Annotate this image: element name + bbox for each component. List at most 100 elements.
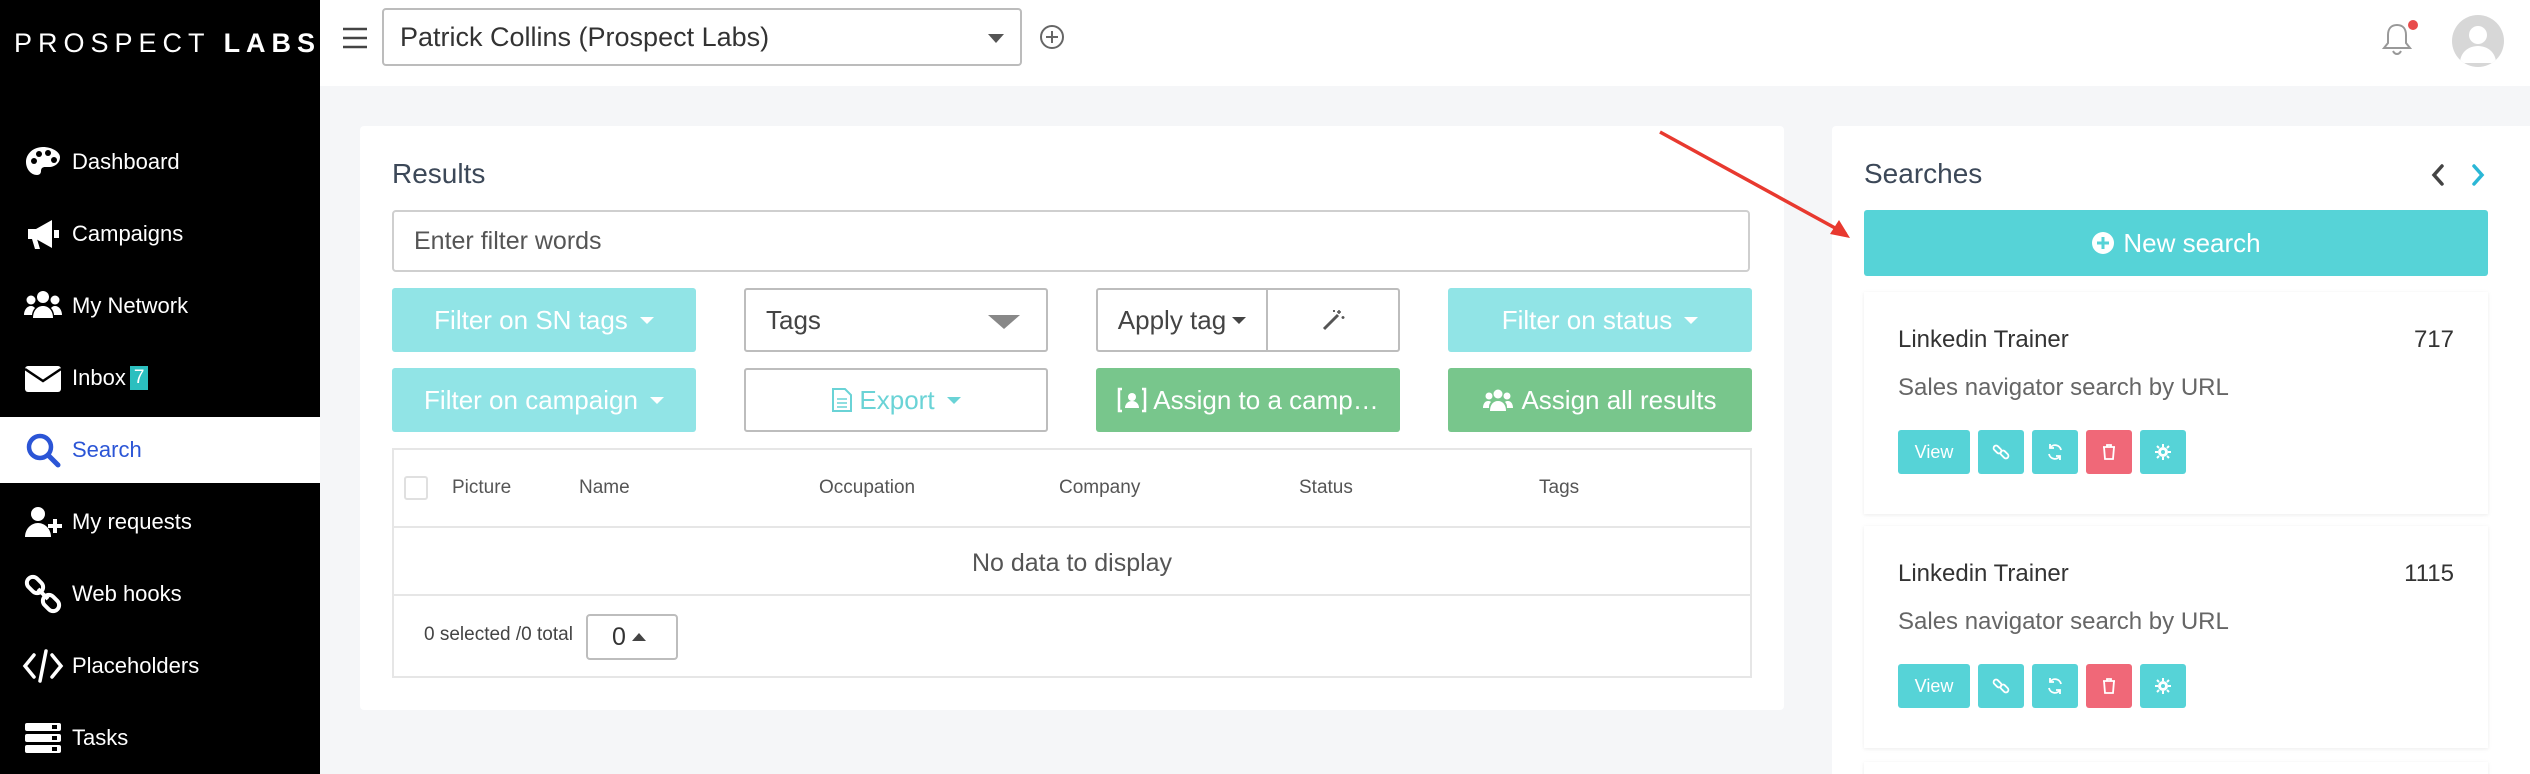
- tags-select-value: Tags: [766, 304, 821, 335]
- search-item: Linkedin Trainer 717 Sales navigator sea…: [1864, 292, 2488, 514]
- sidebar-item-dashboard[interactable]: Dashboard: [0, 126, 320, 198]
- view-button[interactable]: View: [1898, 430, 1970, 474]
- notification-dot: [2408, 20, 2418, 30]
- magic-wand-button[interactable]: [1266, 288, 1400, 352]
- assign-all-results-button[interactable]: Assign all results: [1448, 368, 1752, 432]
- no-data-message: No data to display: [394, 530, 1750, 596]
- searches-panel: Searches New search Linkedin Trainer 717…: [1832, 126, 2530, 774]
- apply-tag-button[interactable]: Apply tag: [1096, 288, 1268, 352]
- chevron-up-icon: [631, 633, 646, 641]
- search-item-type: Sales navigator search by URL: [1898, 608, 2229, 635]
- chevron-left-icon[interactable]: [2426, 160, 2450, 190]
- export-button[interactable]: Export: [744, 368, 1048, 432]
- refresh-icon: [2048, 444, 2062, 460]
- magic-wand-icon: [1322, 310, 1345, 331]
- table-header: Picture Name Occupation Company Status T…: [394, 450, 1750, 528]
- logo-bold-text: LABS: [223, 28, 322, 58]
- gear-icon: [2155, 678, 2171, 694]
- page-size-select[interactable]: 0: [586, 614, 678, 660]
- users-icon: [1483, 389, 1514, 411]
- delete-button[interactable]: [2086, 664, 2132, 708]
- settings-button[interactable]: [2140, 430, 2186, 474]
- add-circle-icon[interactable]: [1038, 23, 1066, 51]
- sidebar-item-campaigns[interactable]: Campaigns: [0, 198, 320, 270]
- link-icon: [1992, 678, 2010, 694]
- refresh-button[interactable]: [2032, 430, 2078, 474]
- chevron-right-icon[interactable]: [2466, 160, 2490, 190]
- filter-sn-tags-label: Filter on SN tags: [434, 304, 628, 335]
- plus-circle-icon: [2092, 232, 2115, 254]
- new-search-button[interactable]: New search: [1864, 210, 2488, 276]
- filter-words-input[interactable]: [392, 210, 1750, 272]
- refresh-icon: [2048, 678, 2062, 694]
- chevron-down-icon: [1232, 316, 1247, 324]
- sidebar-item-label: Tasks: [72, 725, 129, 750]
- column-header-status[interactable]: Status: [1299, 477, 1353, 499]
- selection-count: 0 selected /0 total: [424, 624, 573, 645]
- new-search-label: New search: [2123, 227, 2261, 258]
- megaphone-icon: [28, 220, 59, 249]
- account-select[interactable]: Patrick Collins (Prospect Labs): [382, 8, 1022, 66]
- hamburger-menu-icon[interactable]: [340, 23, 372, 53]
- sidebar-item-web-hooks[interactable]: Web hooks: [0, 558, 320, 630]
- sidebar-item-placeholders[interactable]: Placeholders: [0, 630, 320, 702]
- column-header-company[interactable]: Company: [1059, 477, 1140, 499]
- search-item: [1864, 762, 2488, 774]
- sidebar-item-label: Web hooks: [72, 581, 182, 606]
- sidebar-item-label: Campaigns: [72, 221, 184, 246]
- results-table: Picture Name Occupation Company Status T…: [392, 448, 1752, 678]
- filter-sn-tags-button[interactable]: Filter on SN tags: [392, 288, 696, 352]
- tasks-icon: [25, 723, 61, 753]
- user-box-icon: [1118, 387, 1147, 413]
- delete-button[interactable]: [2086, 430, 2132, 474]
- sidebar-item-my-requests[interactable]: My requests: [0, 486, 320, 558]
- envelope-icon: [24, 366, 62, 392]
- link-button[interactable]: [1978, 664, 2024, 708]
- trash-icon: [2103, 678, 2115, 694]
- logo[interactable]: PROSPECT LABS: [14, 28, 321, 59]
- link-icon: [1992, 444, 2010, 460]
- filter-campaign-button[interactable]: Filter on campaign: [392, 368, 696, 432]
- refresh-button[interactable]: [2032, 664, 2078, 708]
- results-title: Results: [392, 158, 486, 189]
- sidebar-item-label: Search: [72, 437, 142, 462]
- assign-campaign-label: Assign to a camp…: [1153, 384, 1379, 415]
- users-icon: [24, 291, 62, 318]
- account-select-value: Patrick Collins (Prospect Labs): [400, 21, 770, 52]
- code-icon: [22, 649, 64, 683]
- settings-button[interactable]: [2140, 664, 2186, 708]
- tags-select[interactable]: Tags: [744, 288, 1048, 352]
- search-icon: [26, 433, 61, 468]
- top-bar: Patrick Collins (Prospect Labs): [320, 0, 2530, 86]
- user-plus-icon: [25, 507, 62, 537]
- link-button[interactable]: [1978, 430, 2024, 474]
- column-header-tags[interactable]: Tags: [1539, 477, 1579, 499]
- export-label: Export: [859, 384, 935, 415]
- search-item-name: Linkedin Trainer: [1898, 560, 2069, 587]
- search-item-type: Sales navigator search by URL: [1898, 374, 2229, 401]
- assign-all-results-label: Assign all results: [1521, 384, 1717, 415]
- sidebar-nav: Dashboard Campaigns My Network Inbox 7 S…: [0, 126, 320, 774]
- trash-icon: [2103, 444, 2115, 460]
- column-header-name[interactable]: Name: [579, 477, 630, 499]
- assign-campaign-button[interactable]: Assign to a camp…: [1096, 368, 1400, 432]
- sidebar-item-tasks[interactable]: Tasks: [0, 702, 320, 774]
- sidebar-item-inbox[interactable]: Inbox 7: [0, 342, 320, 414]
- filter-status-button[interactable]: Filter on status: [1448, 288, 1752, 352]
- sidebar-item-search[interactable]: Search: [0, 417, 320, 483]
- sidebar-item-label: Dashboard: [72, 149, 180, 174]
- select-all-checkbox[interactable]: [404, 476, 428, 500]
- view-button-label: View: [1914, 675, 1954, 696]
- view-button[interactable]: View: [1898, 664, 1970, 708]
- page-size-value: 0: [612, 622, 626, 651]
- filter-status-label: Filter on status: [1501, 304, 1673, 335]
- chevron-down-icon: [1684, 316, 1699, 324]
- chevron-down-icon: [649, 396, 664, 404]
- column-header-picture[interactable]: Picture: [452, 477, 511, 499]
- avatar[interactable]: [2452, 15, 2504, 67]
- search-item-name: Linkedin Trainer: [1898, 326, 2069, 353]
- sidebar-item-label: Inbox: [72, 365, 126, 390]
- sidebar-item-my-network[interactable]: My Network: [0, 270, 320, 342]
- logo-light-text: PROSPECT: [14, 28, 211, 58]
- column-header-occupation[interactable]: Occupation: [819, 477, 915, 499]
